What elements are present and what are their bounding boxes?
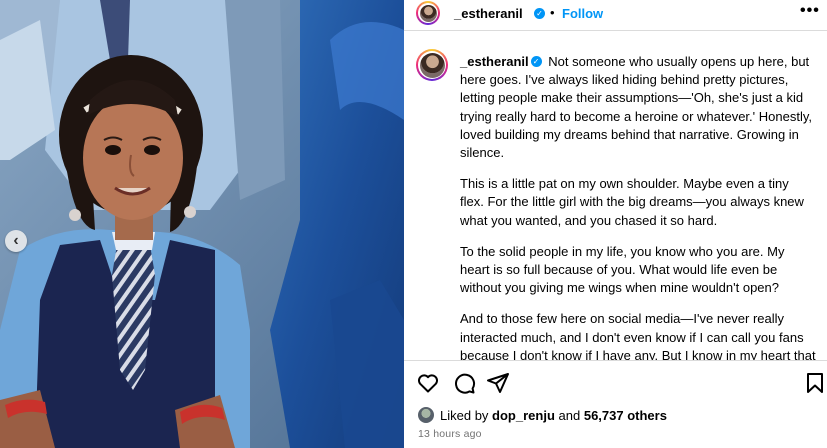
verified-badge-icon: ✓	[530, 56, 542, 68]
likes-mid: and	[558, 407, 581, 423]
avatar-image	[419, 52, 445, 78]
caption-paragraph-1: _estheranil ✓ Not someone who usually ope…	[460, 53, 816, 162]
post-side-panel: _estheranil ✓ • Follow ••• _estheranil ✓ …	[404, 0, 827, 448]
caption-paragraph-2: This is a little pat on my own shoulder.…	[460, 176, 804, 228]
caption-username[interactable]: _estheranil	[460, 54, 529, 69]
avatar-image	[419, 4, 437, 22]
liker-username[interactable]: dop_renju	[492, 408, 555, 423]
likes-count[interactable]: 56,737 others	[584, 408, 667, 423]
follow-button[interactable]: Follow	[562, 6, 603, 21]
caption-area[interactable]: _estheranil ✓ Not someone who usually ope…	[404, 31, 827, 360]
caption-paragraph-3: To the solid people in my life, you know…	[460, 243, 785, 296]
action-bar	[404, 361, 827, 401]
post-timestamp[interactable]: 13 hours ago	[418, 428, 482, 440]
more-options-icon[interactable]: •••	[800, 2, 820, 20]
avatar-inner	[418, 3, 438, 23]
author-username[interactable]: _estheranil	[454, 6, 523, 21]
bookmark-icon[interactable]	[805, 371, 825, 395]
likes-summary[interactable]: Liked by dop_renju and 56,737 others	[418, 405, 667, 425]
comment-icon[interactable]	[452, 371, 476, 395]
caption-text-1: Not someone who usually opens up here, b…	[460, 54, 812, 161]
liker-avatar[interactable]	[418, 407, 434, 423]
post-header: _estheranil ✓ • Follow •••	[404, 0, 827, 26]
verified-badge-icon: ✓	[534, 8, 545, 19]
heart-icon[interactable]	[416, 371, 440, 395]
avatar-inner	[418, 51, 446, 79]
post-photo: ‹	[0, 0, 404, 448]
caption-author-avatar[interactable]	[416, 49, 448, 81]
instagram-post: ‹ _estheranil ✓ • Follow ••• _estheranil…	[0, 0, 827, 448]
header-separator: •	[550, 5, 555, 20]
photo-illustration	[0, 0, 404, 448]
caption-paragraph-4: And to those few here on social media—I'…	[460, 311, 816, 360]
send-icon[interactable]	[486, 371, 510, 395]
likes-prefix: Liked by	[440, 407, 489, 423]
post-caption: _estheranil ✓ Not someone who usually ope…	[460, 53, 816, 360]
author-avatar[interactable]	[416, 1, 440, 25]
chevron-left-icon[interactable]: ‹	[5, 230, 27, 252]
